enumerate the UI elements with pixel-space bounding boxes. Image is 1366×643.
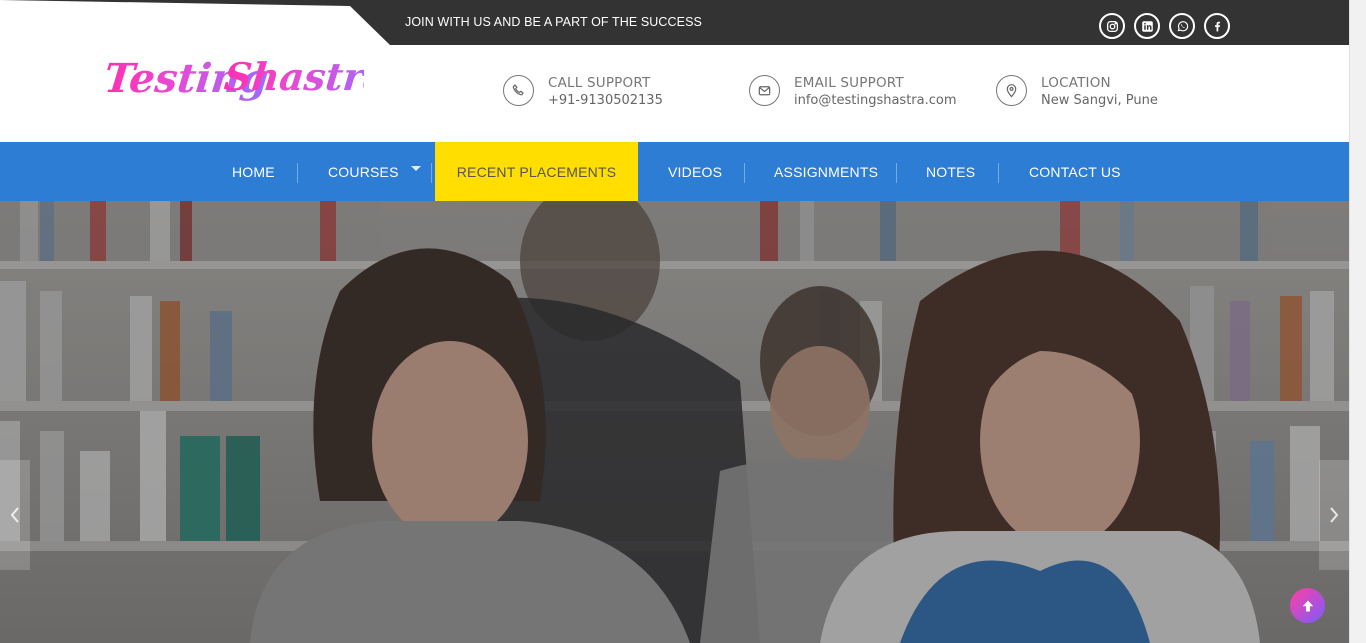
nav-divider xyxy=(297,163,298,183)
chevron-down-icon xyxy=(410,166,421,171)
slider-prev-button[interactable] xyxy=(0,460,30,570)
top-tagline: JOIN WITH US AND BE A PART OF THE SUCCES… xyxy=(405,15,702,29)
nav-home-label: HOME xyxy=(232,163,275,180)
top-bar-notch xyxy=(0,0,390,45)
logo-text-shastra: Shastra xyxy=(222,54,364,99)
call-support: CALL SUPPORT +91-9130502135 xyxy=(503,74,663,108)
nav-divider xyxy=(896,163,897,183)
hero-overlay xyxy=(0,201,1349,643)
nav-home[interactable]: HOME xyxy=(232,142,275,201)
facebook-icon[interactable] xyxy=(1204,13,1230,39)
hero-slider-image xyxy=(0,201,1349,643)
nav-recent-placements-label: RECENT PLACEMENTS xyxy=(456,163,617,180)
nav-divider xyxy=(998,163,999,183)
chevron-right-icon xyxy=(1330,507,1339,523)
email-support: EMAIL SUPPORT info@testingshastra.com xyxy=(749,74,957,108)
nav-videos-label: VIDEOS xyxy=(668,163,723,180)
nav-courses[interactable]: COURSES xyxy=(328,142,421,201)
slider-next-button[interactable] xyxy=(1319,460,1349,570)
email-support-address[interactable]: info@testingshastra.com xyxy=(794,93,957,108)
email-support-title: EMAIL SUPPORT xyxy=(794,75,904,91)
site-logo[interactable]: Testing Shastra xyxy=(102,44,390,110)
linkedin-icon[interactable] xyxy=(1134,13,1160,39)
call-support-number[interactable]: +91-9130502135 xyxy=(548,93,663,108)
location-title: LOCATION xyxy=(1041,75,1111,91)
nav-divider xyxy=(744,163,745,183)
nav-notes[interactable]: NOTES xyxy=(926,142,975,201)
phone-icon xyxy=(503,75,534,106)
nav-recent-placements[interactable]: RECENT PLACEMENTS xyxy=(435,142,638,201)
nav-contact-us-label: CONTACT US xyxy=(1029,163,1121,180)
main-nav: HOME COURSES RECENT PLACEMENTS VIDEOS AS… xyxy=(0,142,1349,201)
location-value: New Sangvi, Pune xyxy=(1041,93,1158,108)
page-scrollbar[interactable] xyxy=(1349,0,1366,643)
nav-notes-label: NOTES xyxy=(926,163,976,180)
back-to-top-button[interactable] xyxy=(1290,588,1325,623)
nav-videos[interactable]: VIDEOS xyxy=(668,142,722,201)
nav-divider xyxy=(431,163,432,183)
location-info: LOCATION New Sangvi, Pune xyxy=(996,74,1158,108)
envelope-icon xyxy=(749,75,780,106)
whatsapp-icon[interactable] xyxy=(1169,13,1195,39)
instagram-icon[interactable] xyxy=(1099,13,1125,39)
arrow-up-icon xyxy=(1302,600,1313,611)
call-support-title: CALL SUPPORT xyxy=(548,75,651,91)
map-pin-icon xyxy=(996,75,1027,106)
nav-assignments-label: ASSIGNMENTS xyxy=(774,163,879,180)
logo-wordmark: Testing Shastra xyxy=(102,54,390,102)
social-links xyxy=(1099,13,1230,39)
chevron-left-icon xyxy=(10,507,19,523)
nav-courses-label: COURSES xyxy=(328,163,399,180)
nav-contact-us[interactable]: CONTACT US xyxy=(1029,142,1121,201)
nav-assignments[interactable]: ASSIGNMENTS xyxy=(774,142,878,201)
